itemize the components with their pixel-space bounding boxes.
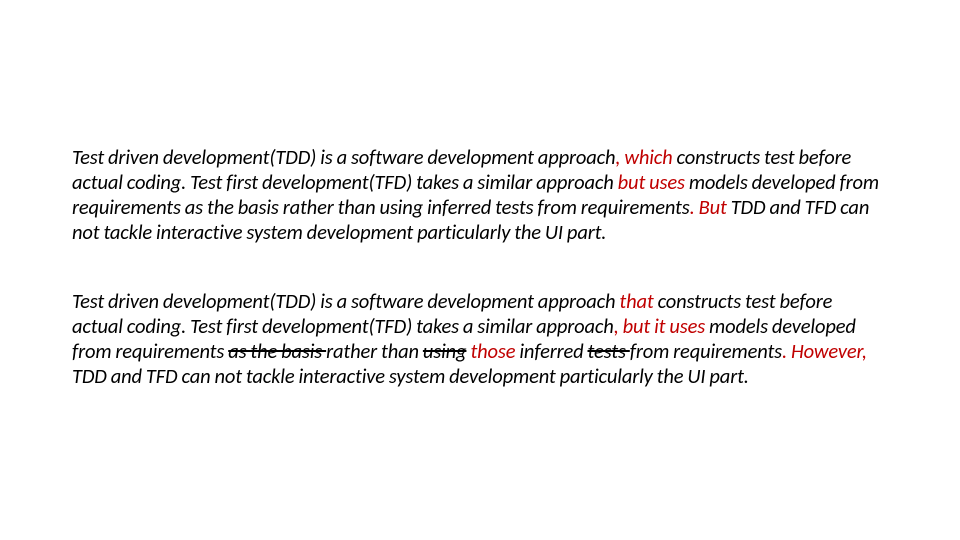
text: rather than	[326, 338, 423, 364]
edit-delete: using	[423, 338, 467, 364]
edit-insert: , which	[615, 144, 672, 170]
paragraph-revised: Test driven development(TDD) is a softwa…	[72, 289, 880, 389]
edit-insert: that	[619, 288, 653, 314]
edit-delete: tests	[588, 338, 630, 364]
text: inferred	[515, 338, 587, 364]
text: Test driven development(TDD) is a softwa…	[72, 288, 619, 314]
text: from requirements	[630, 338, 782, 364]
edit-insert: but uses	[618, 169, 685, 195]
edit-insert: . But	[690, 194, 727, 220]
edit-insert: , but it uses	[614, 313, 705, 339]
edit-delete: as the basis	[228, 338, 326, 364]
edit-insert: . However,	[782, 338, 867, 364]
slide: Test driven development(TDD) is a softwa…	[0, 0, 960, 540]
text: Test driven development(TDD) is a softwa…	[72, 144, 615, 170]
paragraph-original: Test driven development(TDD) is a softwa…	[72, 145, 880, 245]
edit-insert: those	[470, 338, 515, 364]
text: TDD and TFD can not tackle interactive s…	[72, 363, 749, 389]
